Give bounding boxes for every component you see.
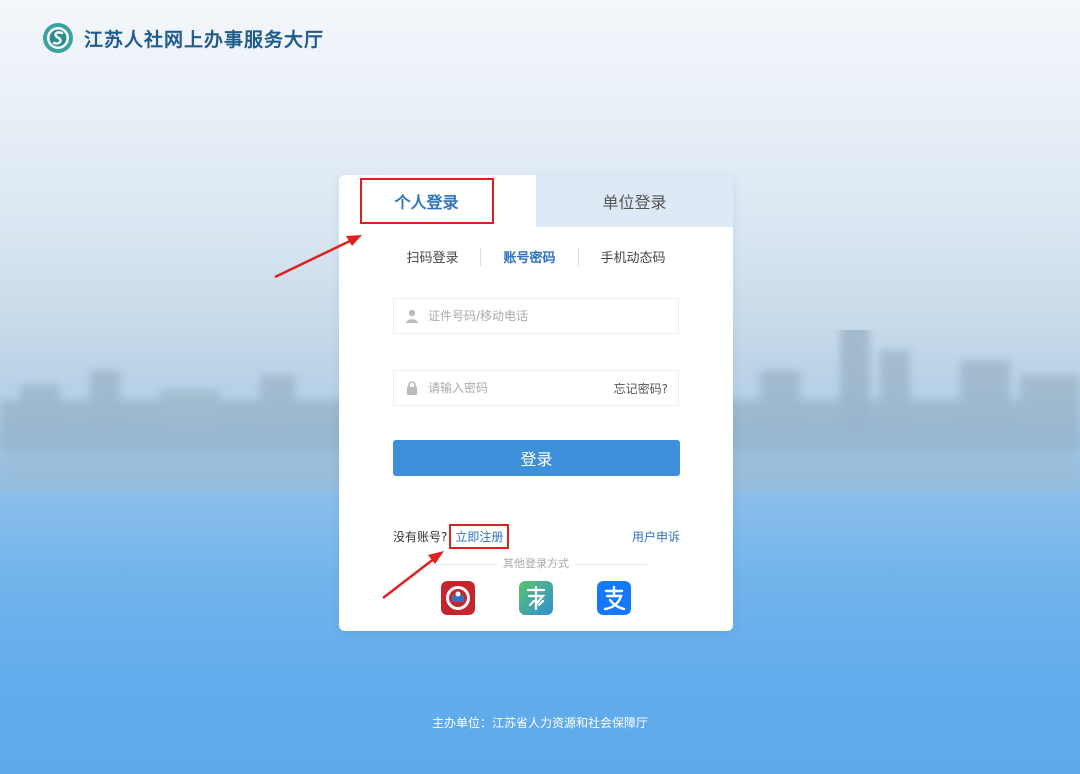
- annotation-arrows: [274, 235, 444, 599]
- footer-organizer: 主办单位：江苏省人力资源和社会保障厅: [431, 716, 648, 730]
- arrow-to-personal-login: [274, 238, 353, 279]
- arrow-to-register: [382, 557, 436, 599]
